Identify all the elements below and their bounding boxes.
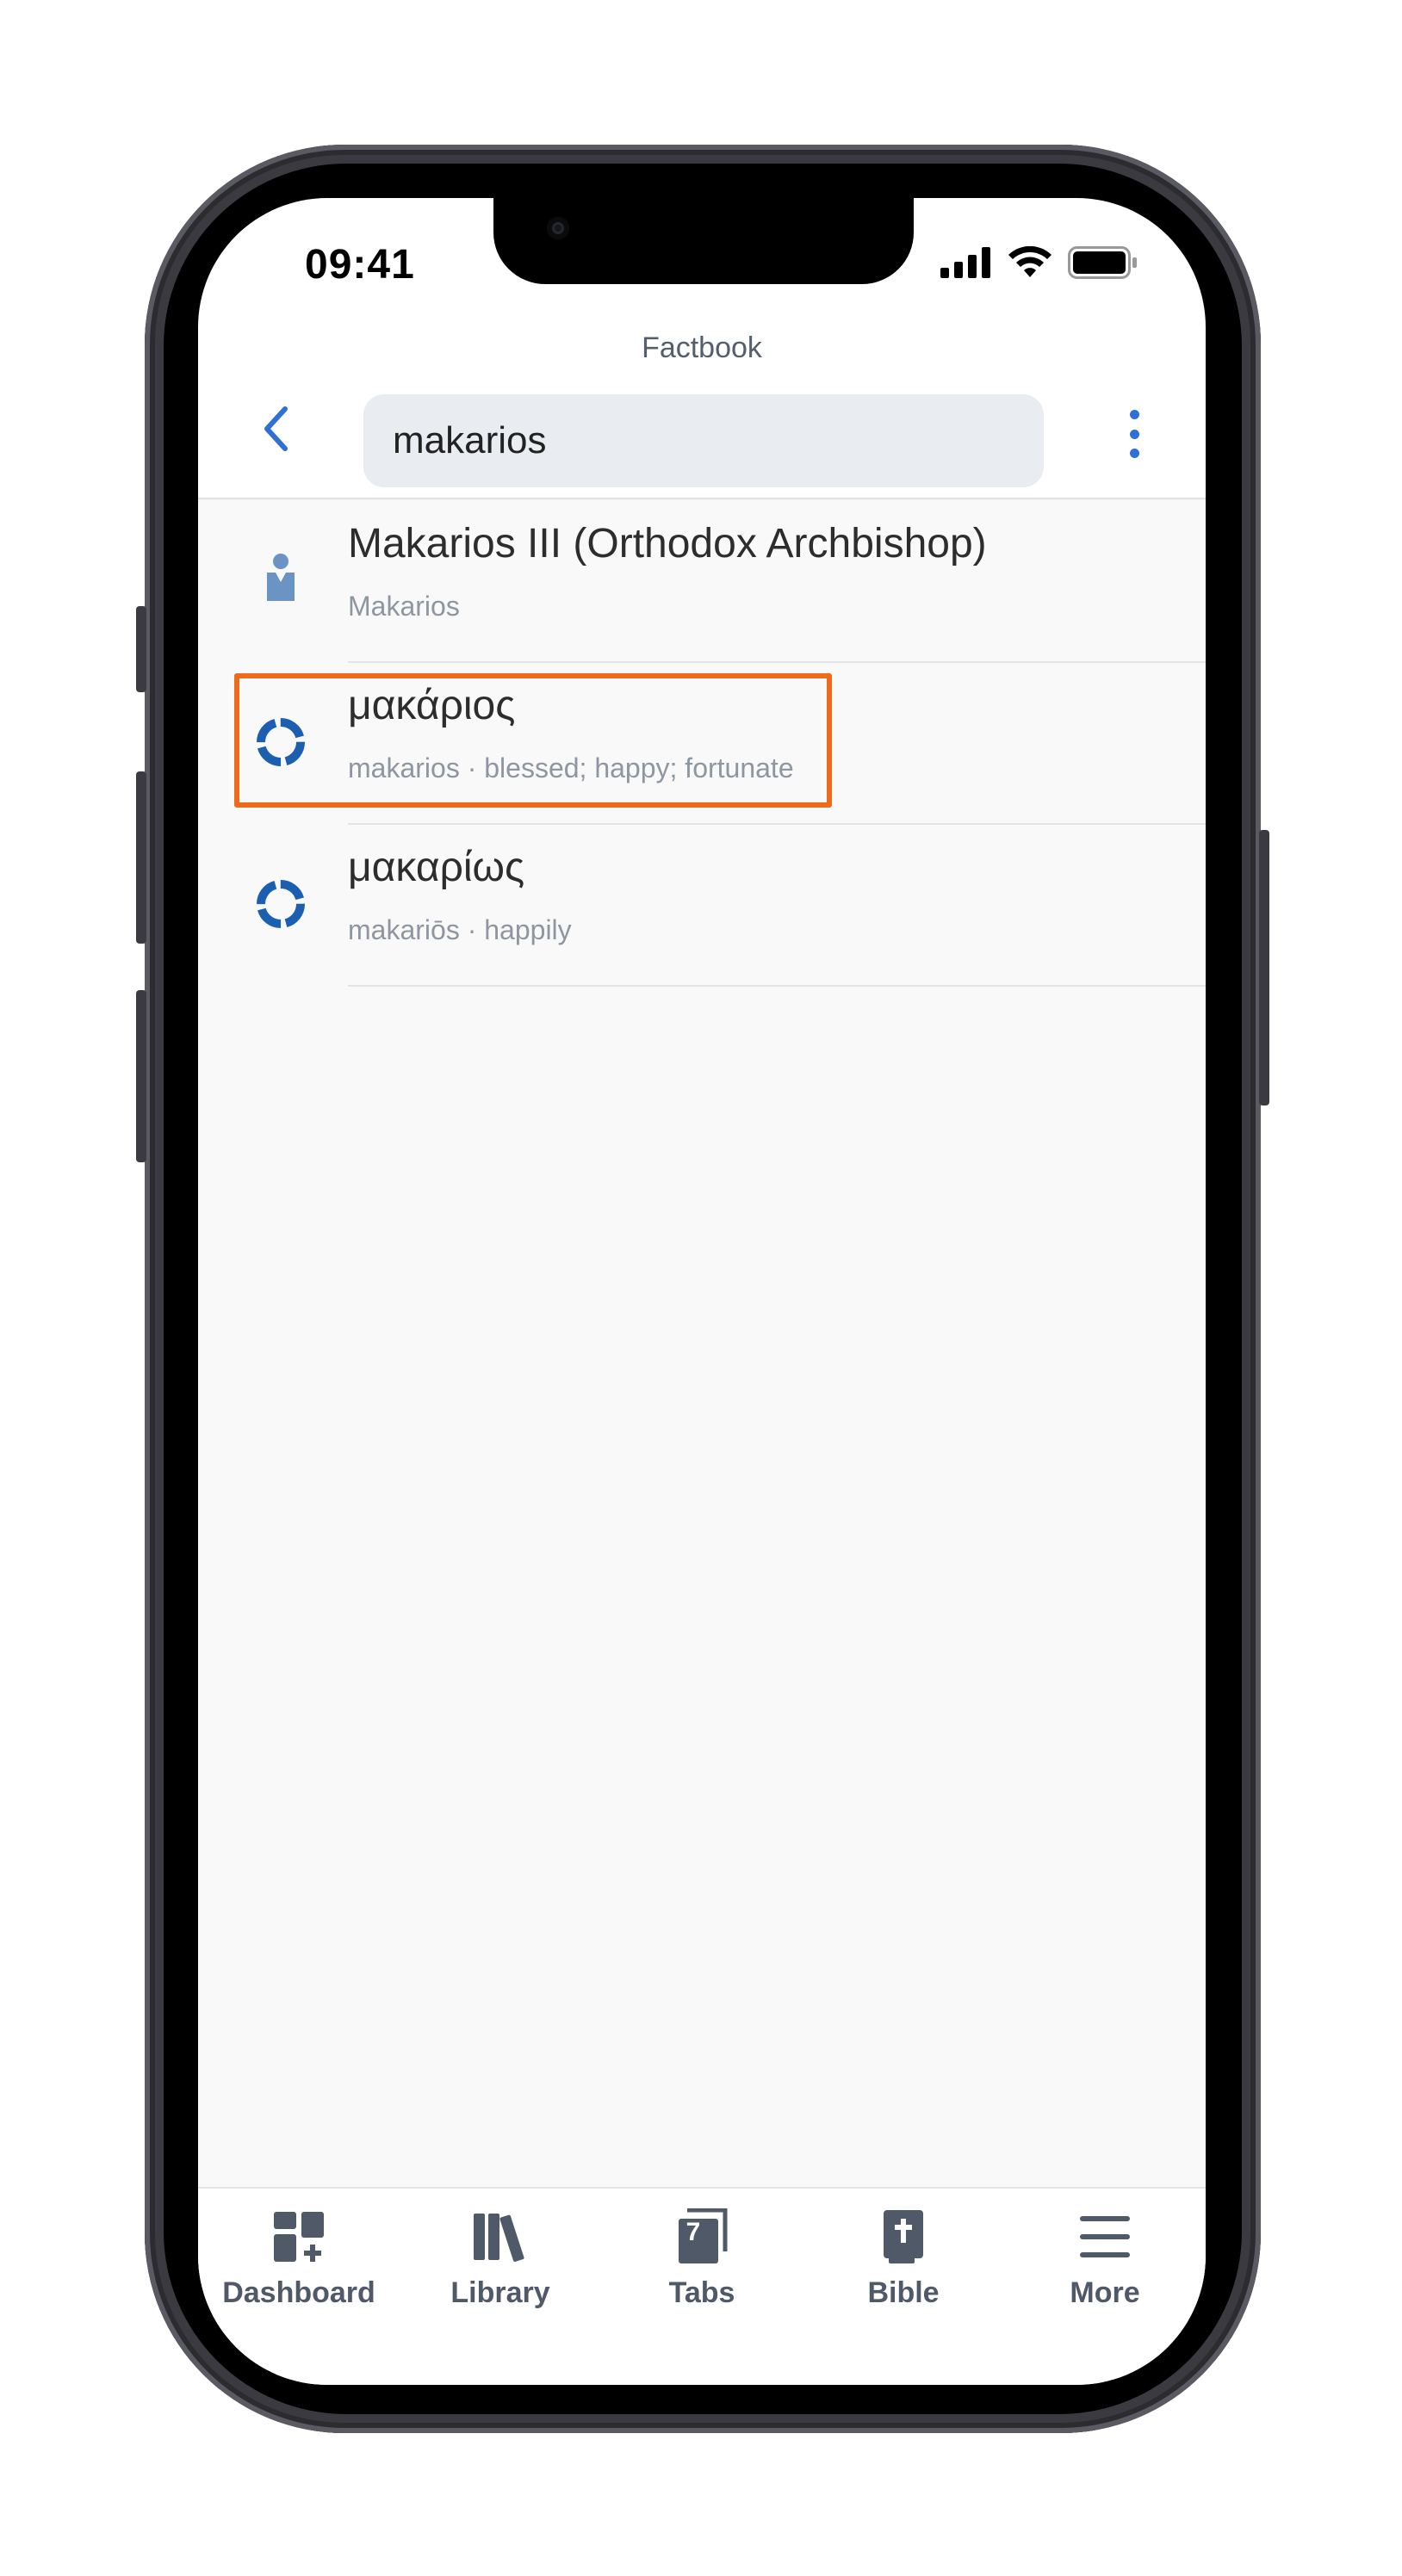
tab-dashboard[interactable]: Dashboard: [198, 2206, 400, 2335]
lemma-ring-icon: [250, 873, 312, 935]
power-button: [1259, 830, 1269, 1105]
wifi-icon: [1008, 245, 1052, 283]
tab-library[interactable]: Library: [400, 2206, 601, 2335]
selection-highlight: [234, 673, 832, 808]
overflow-menu-button[interactable]: [1121, 410, 1147, 470]
tab-label: Dashboard: [222, 2276, 375, 2309]
vertical-ellipsis-icon: [1129, 410, 1139, 458]
row-divider: [348, 985, 1206, 987]
hamburger-menu-icon: [1074, 2206, 1136, 2268]
library-icon: [469, 2206, 531, 2268]
list-item[interactable]: μακαρίως makariōs · happily: [198, 825, 1206, 987]
front-camera: [547, 217, 569, 239]
tab-tabs[interactable]: 7 Tabs: [601, 2206, 803, 2335]
status-icons: [940, 245, 1138, 283]
battery-icon: [1068, 246, 1138, 283]
result-subtitle: Makarios: [348, 591, 460, 622]
tab-label: Bible: [867, 2276, 940, 2309]
mute-switch: [136, 606, 146, 692]
tabs-count-badge: 7: [685, 2218, 701, 2246]
app-title: Factbook: [642, 331, 762, 364]
tab-label: Tabs: [668, 2276, 735, 2309]
result-subtitle: makariōs · happily: [348, 914, 572, 945]
notch: [493, 198, 914, 284]
result-title: Makarios III (Orthodox Archbishop): [348, 521, 987, 567]
tab-bar: Dashboard Library 7 Tabs Bible More: [198, 2187, 1206, 2385]
person-icon: [250, 549, 312, 611]
tab-label: More: [1070, 2276, 1140, 2309]
chevron-left-icon: [261, 405, 290, 457]
back-button[interactable]: [250, 405, 301, 456]
tabs-icon: 7: [671, 2206, 733, 2268]
cellular-signal-icon: [940, 247, 992, 282]
status-time: 09:41: [305, 242, 415, 288]
search-input[interactable]: makarios: [363, 394, 1044, 487]
volume-down-button: [136, 990, 146, 1162]
search-query-text: makarios: [393, 419, 547, 461]
tab-more[interactable]: More: [1004, 2206, 1206, 2335]
result-title: μακαρίως: [348, 845, 525, 890]
volume-up-button: [136, 771, 146, 944]
bible-icon: [872, 2206, 934, 2268]
screen: 09:41 Factbook makarios Makarios III (Or…: [198, 198, 1206, 2385]
tab-bible[interactable]: Bible: [803, 2206, 1004, 2335]
tab-label: Library: [450, 2276, 550, 2309]
list-item[interactable]: Makarios III (Orthodox Archbishop) Makar…: [198, 501, 1206, 663]
dashboard-icon: [268, 2206, 330, 2268]
